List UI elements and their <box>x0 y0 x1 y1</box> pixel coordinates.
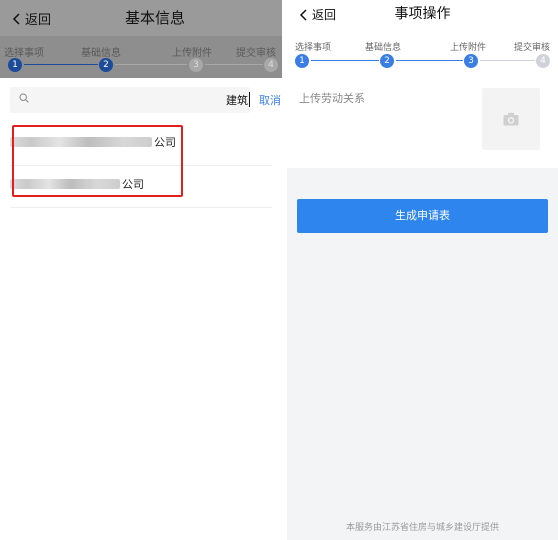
search-bar: 建筑 取消 <box>0 84 282 114</box>
right-step-label-1: 选择事项 <box>295 43 332 53</box>
search-result-list: 公司 公司 <box>10 124 272 208</box>
right-form-card: 返回 事项操作 选择事项 基础信息 上传附件 提交审核 1 2 3 4 上传劳动… <box>287 0 558 168</box>
search-result-suffix-1: 公司 <box>154 136 176 149</box>
text-cursor <box>249 92 250 107</box>
search-icon <box>19 93 29 103</box>
redacted-company-name <box>10 137 152 147</box>
search-input-value: 建筑 <box>226 94 248 107</box>
right-step-line-1 <box>311 60 379 61</box>
search-result-suffix-2: 公司 <box>122 178 144 191</box>
right-step-dot-2: 2 <box>380 54 394 68</box>
left-screen: 返回 基本信息 选择事项 基础信息 上传附件 提交审核 1 2 3 4 建筑 取… <box>0 0 282 540</box>
left-header: 返回 基本信息 <box>0 0 282 36</box>
right-step-label-3: 上传附件 <box>450 43 487 53</box>
left-step-indicator: 选择事项 基础信息 上传附件 提交审核 1 2 3 4 <box>0 36 282 78</box>
right-step-line-2 <box>396 60 463 61</box>
upload-labor-relation-label: 上传劳动关系 <box>299 92 365 105</box>
left-page-title: 基本信息 <box>124 9 185 27</box>
left-step-dot-3: 3 <box>189 58 203 72</box>
search-input[interactable]: 建筑 <box>10 87 250 113</box>
right-step-label-2: 基础信息 <box>365 43 402 53</box>
left-step-line-2 <box>115 64 187 65</box>
left-step-line-1 <box>24 64 98 65</box>
left-step-line-3 <box>205 64 263 65</box>
left-step-label-2: 基础信息 <box>81 48 121 59</box>
footer-provider-note: 本服务由江苏省住房与城乡建设厅提供 <box>345 523 499 533</box>
upload-photo-button[interactable] <box>482 88 540 150</box>
cancel-search-button[interactable]: 取消 <box>259 92 281 108</box>
left-step-dot-1: 1 <box>8 58 22 72</box>
generate-application-button[interactable]: 生成申请表 <box>297 199 548 233</box>
right-step-dot-1: 1 <box>295 54 309 68</box>
right-screen: 返回 事项操作 选择事项 基础信息 上传附件 提交审核 1 2 3 4 上传劳动… <box>287 0 558 540</box>
right-step-label-4: 提交审核 <box>514 43 551 53</box>
redacted-company-name <box>10 179 120 189</box>
right-header: 返回 事项操作 <box>287 0 558 28</box>
search-result-item-1[interactable]: 公司 <box>10 124 272 166</box>
left-step-dot-4: 4 <box>264 58 278 72</box>
left-step-label-3: 上传附件 <box>172 48 212 59</box>
right-step-dot-3: 3 <box>464 54 478 68</box>
search-result-item-2[interactable]: 公司 <box>10 166 272 208</box>
right-step-dot-4: 4 <box>536 54 550 68</box>
left-step-label-1: 选择事项 <box>4 48 44 59</box>
right-step-line-3 <box>480 60 535 61</box>
left-step-label-4: 提交审核 <box>236 48 276 59</box>
left-step-dot-2: 2 <box>99 58 113 72</box>
right-page-title: 事项操作 <box>394 6 451 22</box>
camera-icon <box>503 112 519 126</box>
